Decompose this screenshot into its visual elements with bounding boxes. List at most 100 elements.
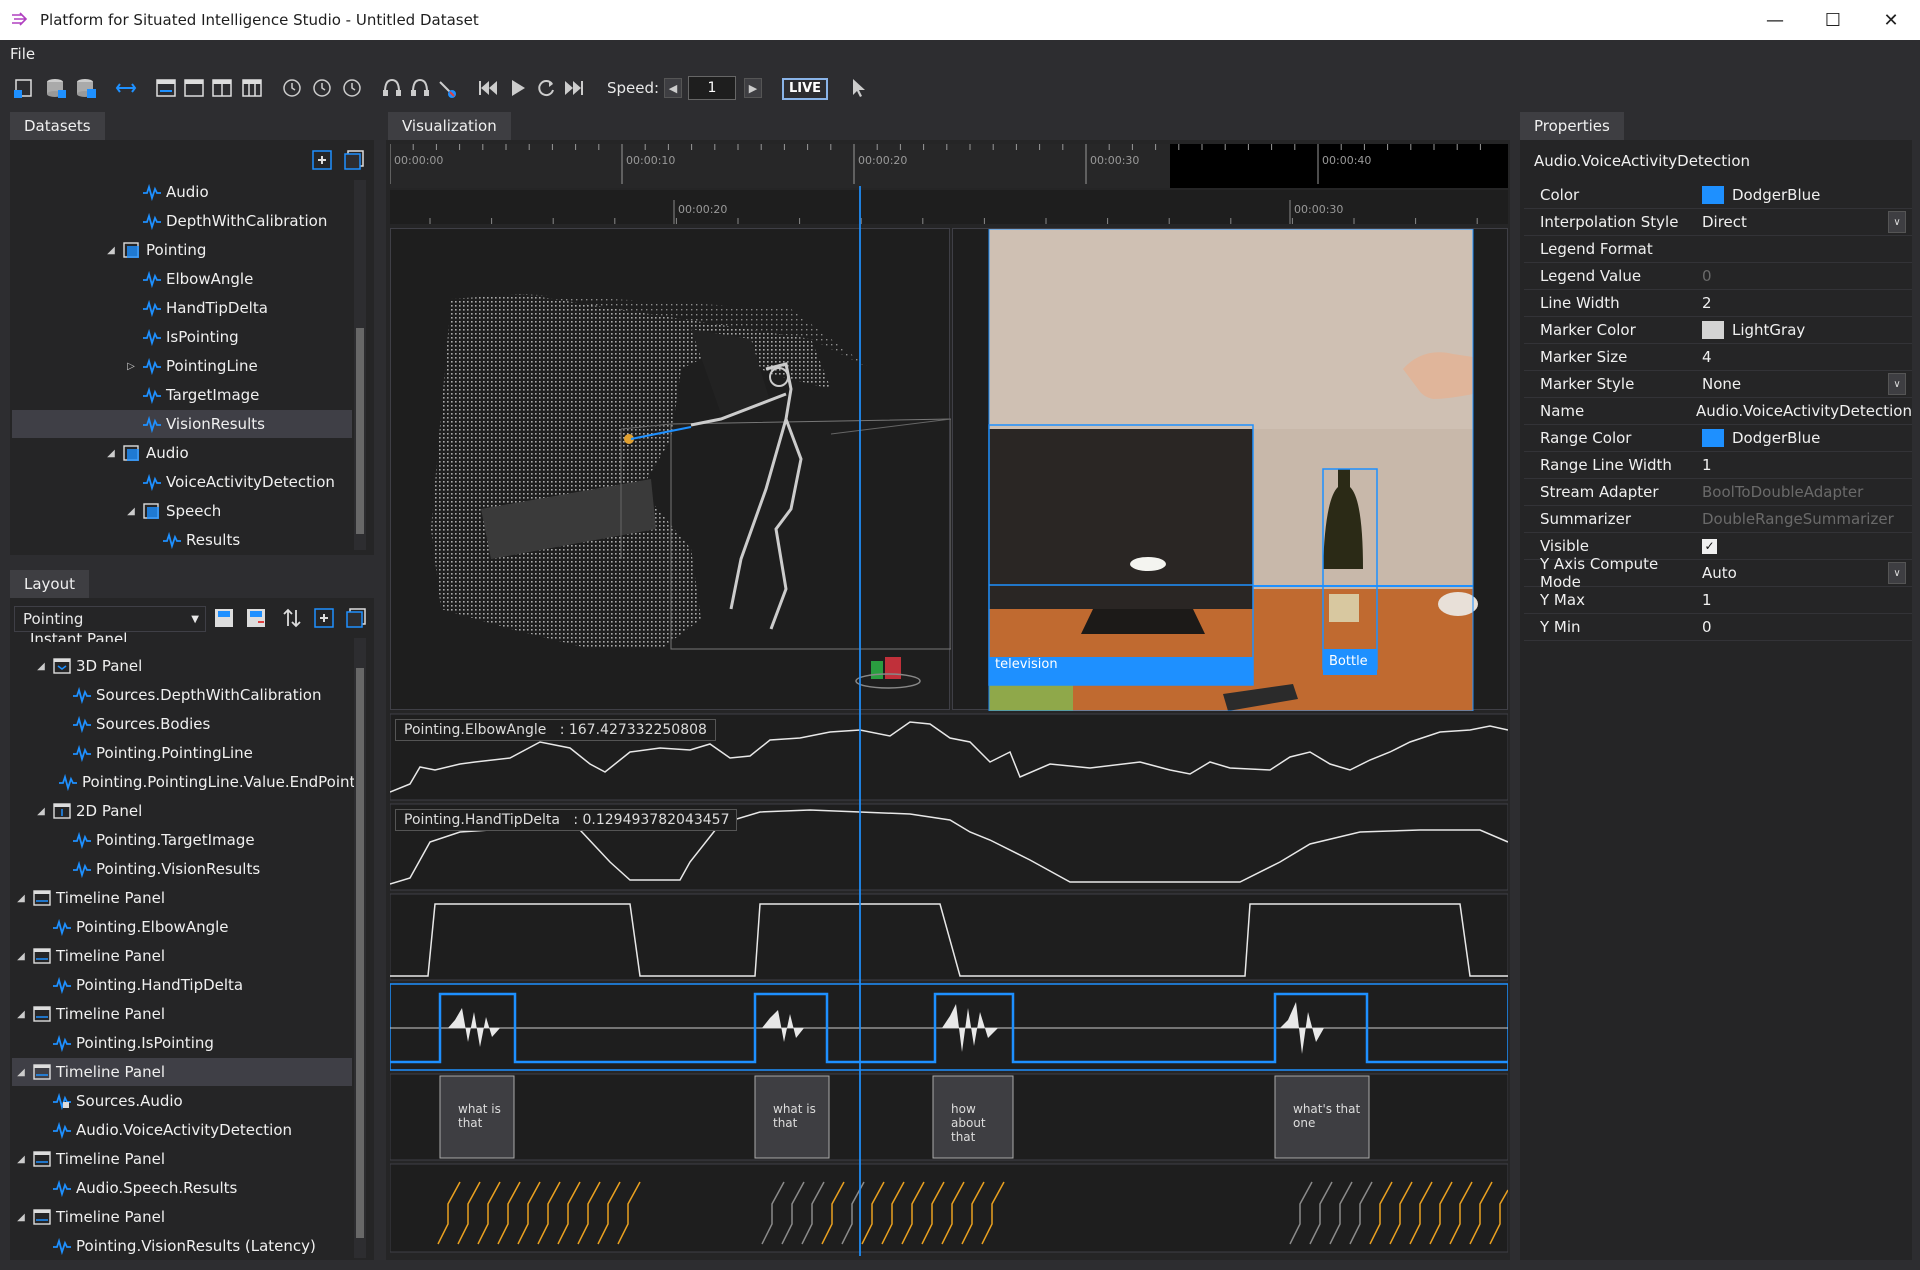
property-value[interactable]: LightGray [1696,321,1912,339]
tree-item[interactable]: Pointing.ElbowAngle [12,913,352,941]
open-dataset-icon[interactable] [44,76,68,100]
tree-item[interactable]: ◢ Timeline Panel [12,942,352,970]
property-row[interactable]: Y Axis Compute Mode Auto ∨ [1524,555,1912,591]
expanded-arrow-icon[interactable]: ◢ [14,1067,28,1078]
tree-item[interactable]: Sources.DepthWithCalibration [12,681,352,709]
chevron-down-icon[interactable]: ∨ [1888,373,1906,395]
property-row[interactable]: Y Min 0 [1524,614,1912,641]
timeline-cursor[interactable] [859,186,861,1256]
property-row[interactable]: Stream Adapter BoolToDoubleAdapter [1524,479,1912,506]
live-button[interactable]: LIVE [782,78,828,100]
cursor-follows-mouse-icon[interactable] [848,76,872,100]
expanded-arrow-icon[interactable]: ◢ [124,506,138,517]
tree-item[interactable]: ◢ Timeline Panel [12,1203,352,1231]
expanded-arrow-icon[interactable]: ◢ [104,448,118,459]
absolute-time-icon[interactable] [280,76,304,100]
save-dataset-icon[interactable] [74,76,98,100]
timeline-ruler[interactable]: 00:00:20 00:00:30 [390,190,1508,224]
tree-item[interactable]: Audio [12,178,352,206]
property-value[interactable]: DodgerBlue [1696,186,1912,204]
expanded-arrow-icon[interactable]: ◢ [34,661,48,672]
speed-input[interactable]: 1 [688,76,736,100]
expanded-arrow-icon[interactable]: ◢ [34,806,48,817]
tree-item[interactable]: IsPointing [12,323,352,351]
tree-item[interactable]: HandTipDelta [12,294,352,322]
property-row[interactable]: Range Line Width 1 [1524,452,1912,479]
tree-item[interactable]: VoiceActivityDetection [12,468,352,496]
tree-item[interactable]: ◢ Timeline Panel [12,1058,352,1086]
color-swatch[interactable] [1702,186,1724,204]
property-value[interactable]: None [1696,375,1912,393]
play-icon[interactable] [506,76,530,100]
tree-item[interactable]: ◢ Timeline Panel [12,1145,352,1173]
tab-layout[interactable]: Layout [10,570,89,598]
2d-panel[interactable]: television Bottle [952,228,1508,712]
tree-item[interactable]: DepthWithCalibration [12,207,352,235]
property-row[interactable]: Name Audio.VoiceActivityDetection [1524,398,1912,425]
property-value[interactable]: 0 [1696,618,1912,636]
collapse-all-layout-icon[interactable] [344,606,368,630]
tree-item[interactable]: ◢ Audio [12,439,352,467]
property-row[interactable]: Color DodgerBlue [1524,182,1912,209]
sync-icon[interactable] [114,76,138,100]
sort-icon[interactable] [280,606,304,630]
property-row[interactable]: Range Color DodgerBlue [1524,425,1912,452]
save-layout-as-icon[interactable] [244,606,268,630]
property-row[interactable]: Marker Size 4 [1524,344,1912,371]
tree-item[interactable]: Sources.Audio [12,1087,352,1115]
expanded-arrow-icon[interactable]: ◢ [14,1009,28,1020]
tree-item[interactable]: ◢ Speech [12,497,352,525]
expand-all-icon[interactable] [312,606,336,630]
expanded-arrow-icon[interactable]: ◢ [14,951,28,962]
property-value[interactable]: 2 [1696,294,1912,312]
property-value[interactable]: 1 [1696,456,1912,474]
visible-checkbox[interactable]: ✓ [1702,538,1717,554]
2d-panel-add-icon[interactable] [182,76,206,100]
3d-panel[interactable] [390,228,952,710]
property-row[interactable]: Y Max 1 [1524,587,1912,614]
tree-item[interactable]: ◢ Pointing [12,236,352,264]
stream-settings-icon[interactable] [436,76,460,100]
tree-item[interactable]: Results [12,526,352,554]
datasets-scrollbar[interactable] [354,180,366,550]
property-value[interactable]: 0 [1696,267,1912,285]
tree-item[interactable]: Audio.VoiceActivityDetection [12,1116,352,1144]
timeline-panel-add-icon[interactable] [154,76,178,100]
tab-visualization[interactable]: Visualization [388,112,511,140]
expanded-arrow-icon[interactable]: ◢ [14,1212,28,1223]
save-layout-icon[interactable] [212,606,236,630]
property-value[interactable]: BoolToDoubleAdapter [1696,483,1912,501]
property-row[interactable]: Line Width 2 [1524,290,1912,317]
timing-latency-icon[interactable] [340,76,364,100]
2column-panel-icon[interactable] [210,76,234,100]
property-row[interactable]: Marker Style None ∨ [1524,371,1912,398]
audio-mute-icon[interactable] [408,76,432,100]
expanded-arrow-icon[interactable]: ◢ [14,1154,28,1165]
property-row[interactable]: Summarizer DoubleRangeSummarizer [1524,506,1912,533]
expanded-arrow-icon[interactable]: ◢ [104,245,118,256]
tree-item[interactable]: Pointing.PointingLine.Value.EndPoint [12,768,355,796]
open-store-icon[interactable] [12,76,36,100]
tree-item[interactable]: Pointing.TargetImage [12,826,352,854]
timeline-tracks[interactable] [390,712,1508,1256]
speed-decrease-button[interactable]: ◀ [664,78,682,98]
minimize-button[interactable]: — [1746,0,1804,40]
color-swatch[interactable] [1702,429,1724,447]
tree-item[interactable]: Pointing.PointingLine [12,739,352,767]
layout-select[interactable]: Pointing ▼ [14,606,206,632]
property-row[interactable]: Interpolation Style Direct ∨ [1524,209,1912,236]
timing-relative-icon[interactable] [310,76,334,100]
tab-datasets[interactable]: Datasets [10,112,105,140]
tree-item[interactable]: ▷ PointingLine [12,352,352,380]
audio-playback-icon[interactable] [380,76,404,100]
property-value[interactable]: 4 [1696,348,1912,366]
property-value[interactable]: Auto [1696,564,1912,582]
property-row[interactable]: Legend Format [1524,236,1912,263]
property-value[interactable]: DoubleRangeSummarizer [1696,510,1912,528]
tree-item[interactable]: ◢ Timeline Panel [12,884,352,912]
tree-item[interactable]: Sources.Bodies [12,710,352,738]
expanded-arrow-icon[interactable]: ◢ [14,893,28,904]
collapsed-arrow-icon[interactable]: ▷ [124,361,138,372]
tree-item[interactable]: Pointing.HandTipDelta [12,971,352,999]
tree-item[interactable]: ◢ Timeline Panel [12,1000,352,1028]
